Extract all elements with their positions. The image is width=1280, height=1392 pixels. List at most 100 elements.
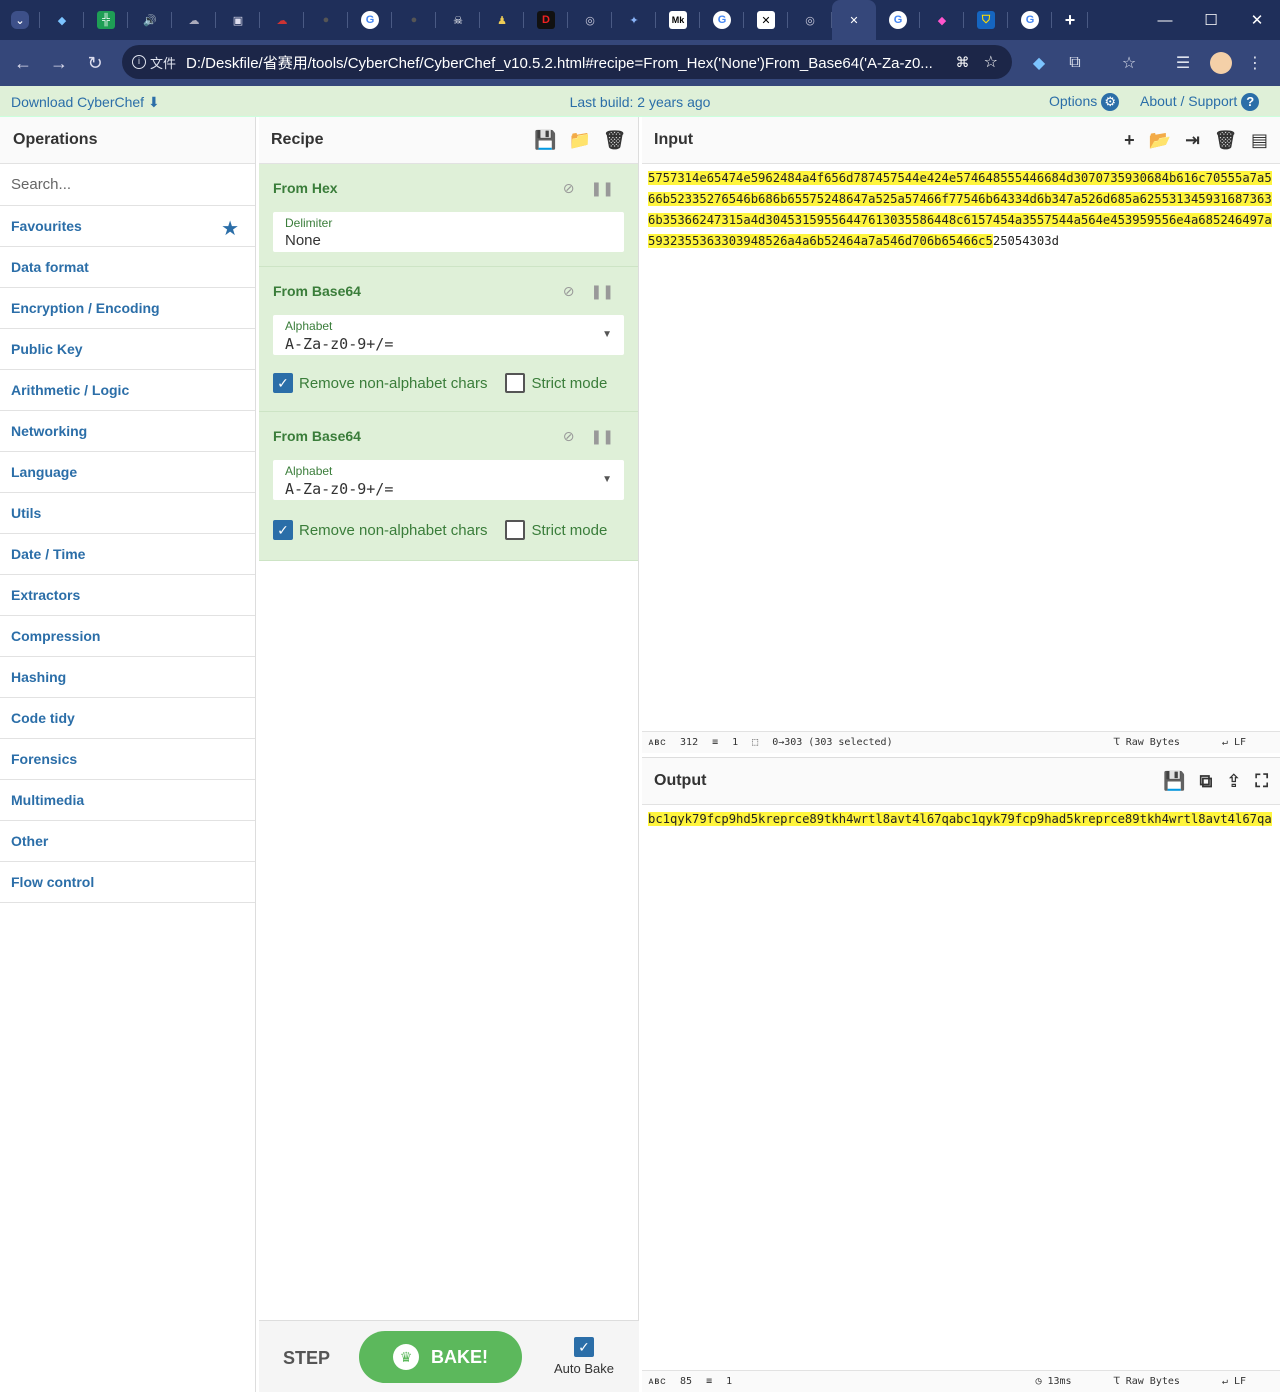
breakpoint-pause-icon[interactable]: ❚❚: [591, 428, 614, 445]
open-file-icon[interactable]: ⇥: [1185, 130, 1200, 151]
extensions-puzzle-icon[interactable]: ⧉: [1060, 48, 1090, 78]
category-extractors[interactable]: Extractors: [0, 575, 255, 616]
auto-bake-checkbox[interactable]: ✓ Auto Bake: [551, 1337, 617, 1376]
clear-input-trash-icon[interactable]: 🗑: [1214, 130, 1237, 151]
close-window-icon[interactable]: ✕: [1234, 0, 1280, 40]
category-date-time[interactable]: Date / Time: [0, 534, 255, 575]
tab-x-icon[interactable]: ✕: [744, 0, 788, 40]
tab-character-icon[interactable]: ♟: [480, 0, 524, 40]
tab-google-icon-4[interactable]: G: [1008, 0, 1052, 40]
bake-button[interactable]: ♛ BAKE!: [359, 1331, 522, 1383]
alphabet-select[interactable]: Alphabet A-Za-z0-9+/= ▼: [273, 460, 624, 500]
recipe-op-from-base64-1[interactable]: From Base64 ⊘ ❚❚ Alphabet A-Za-z0-9+/= ▼ …: [259, 267, 638, 412]
input-textarea[interactable]: 5757314e65474e5962484a4f656d787457544e42…: [642, 164, 1280, 256]
site-info[interactable]: i 文件: [122, 53, 186, 72]
remove-non-alphabet-checkbox[interactable]: ✓ Remove non-alphabet chars: [273, 373, 487, 393]
reset-layout-icon[interactable]: ▤: [1251, 130, 1268, 151]
tab-chrome-icon-2[interactable]: ◎: [788, 0, 832, 40]
category-networking[interactable]: Networking: [0, 411, 255, 452]
category-public-key[interactable]: Public Key: [0, 329, 255, 370]
media-icon[interactable]: ☰: [1168, 48, 1198, 78]
strict-mode-checkbox[interactable]: Strict mode: [505, 373, 607, 393]
options-link[interactable]: Options ⚙: [1049, 93, 1120, 112]
bookmark-star-icon[interactable]: ☆: [980, 52, 1012, 72]
tab-chrome-icon[interactable]: ◎: [568, 0, 612, 40]
tab-cloud-red-icon[interactable]: ☁: [260, 0, 304, 40]
breakpoint-pause-icon[interactable]: ❚❚: [591, 283, 614, 300]
eol-toggle[interactable]: ↵ LF: [1222, 737, 1260, 748]
tab-github-icon[interactable]: ●: [304, 0, 348, 40]
category-code-tidy[interactable]: Code tidy: [0, 698, 255, 739]
tab-cube-icon[interactable]: ◆: [920, 0, 964, 40]
ext-diamond-icon[interactable]: ◆: [1024, 48, 1054, 78]
category-data-format[interactable]: Data format: [0, 247, 255, 288]
save-recipe-icon[interactable]: 💾: [534, 130, 556, 151]
tab-sheets-icon[interactable]: ╬: [84, 0, 128, 40]
clear-recipe-trash-icon[interactable]: 🗑: [603, 130, 626, 151]
category-multimedia[interactable]: Multimedia: [0, 780, 255, 821]
output-textarea[interactable]: bc1qyk79fcp9hd5kreprce89tkh4wrtl8avt4l67…: [642, 805, 1280, 834]
alphabet-select[interactable]: Alphabet A-Za-z0-9+/= ▼: [273, 315, 624, 355]
recipe-op-from-hex[interactable]: From Hex ⊘ ❚❚ Delimiter None: [259, 164, 638, 267]
disable-op-icon[interactable]: ⊘: [563, 428, 575, 445]
copy-output-icon[interactable]: ⧉: [1199, 771, 1212, 792]
category-language[interactable]: Language: [0, 452, 255, 493]
category-forensics[interactable]: Forensics: [0, 739, 255, 780]
raw-bytes-toggle[interactable]: Ꚍ Raw Bytes: [1114, 1376, 1194, 1387]
eol-toggle[interactable]: ↵ LF: [1222, 1376, 1260, 1387]
step-button[interactable]: STEP: [283, 1348, 330, 1369]
category-encryption-encoding[interactable]: Encryption / Encoding: [0, 288, 255, 329]
back-icon[interactable]: ←: [5, 45, 41, 81]
category-compression[interactable]: Compression: [0, 616, 255, 657]
category-flow-control[interactable]: Flow control: [0, 862, 255, 903]
breakpoint-pause-icon[interactable]: ❚❚: [591, 180, 614, 197]
tab-search-icon[interactable]: ⌄: [0, 0, 40, 40]
checkbox-label: Remove non-alphabet chars: [299, 521, 488, 539]
minimize-icon[interactable]: —: [1142, 0, 1188, 40]
tab-bird-icon[interactable]: ✦: [612, 0, 656, 40]
tab-google-icon[interactable]: G: [348, 0, 392, 40]
new-tab-plus-icon[interactable]: +: [1052, 0, 1088, 40]
operations-search-input[interactable]: Search...: [0, 164, 255, 206]
category-arithmetic-logic[interactable]: Arithmetic / Logic: [0, 370, 255, 411]
forward-icon[interactable]: →: [41, 45, 77, 81]
tab-skull-icon[interactable]: ☠: [436, 0, 480, 40]
tab-shield-icon[interactable]: ⛉: [964, 0, 1008, 40]
tab-d-icon[interactable]: D: [524, 0, 568, 40]
tab-bilibili-icon[interactable]: ▣: [216, 0, 260, 40]
checkbox-label: Remove non-alphabet chars: [299, 374, 488, 392]
category-other[interactable]: Other: [0, 821, 255, 862]
disable-op-icon[interactable]: ⊘: [563, 180, 575, 197]
maximize-output-icon[interactable]: ⛶: [1255, 771, 1268, 792]
tab-diamond-icon[interactable]: ◆: [40, 0, 84, 40]
maximize-icon[interactable]: ☐: [1188, 0, 1234, 40]
category-favourites[interactable]: Favourites ★: [0, 206, 255, 247]
profile-avatar[interactable]: [1206, 48, 1236, 78]
delimiter-field[interactable]: Delimiter None: [273, 212, 624, 252]
about-support-link[interactable]: About / Support ?: [1140, 93, 1260, 112]
tab-google-icon-3[interactable]: G: [876, 0, 920, 40]
disable-op-icon[interactable]: ⊘: [563, 283, 575, 300]
tab-speaker-icon[interactable]: 🔊: [128, 0, 172, 40]
tab-github-icon-2[interactable]: ●: [392, 0, 436, 40]
tab-mk-icon[interactable]: Mk: [656, 0, 700, 40]
load-recipe-folder-icon[interactable]: 📁: [569, 130, 591, 151]
translate-icon[interactable]: ⌘: [946, 54, 980, 71]
category-hashing[interactable]: Hashing: [0, 657, 255, 698]
category-utils[interactable]: Utils: [0, 493, 255, 534]
raw-bytes-toggle[interactable]: Ꚍ Raw Bytes: [1114, 737, 1194, 748]
add-tab-plus-icon[interactable]: +: [1124, 130, 1135, 151]
remove-non-alphabet-checkbox[interactable]: ✓ Remove non-alphabet chars: [273, 520, 487, 540]
tab-google-icon-2[interactable]: G: [700, 0, 744, 40]
tab-active-close-icon[interactable]: ✕: [832, 0, 876, 40]
menu-dots-icon[interactable]: ⋮: [1240, 48, 1270, 78]
address-bar[interactable]: i 文件 D:/Deskfile/省赛用/tools/CyberChef/Cybe…: [122, 45, 1012, 79]
favorites-icon[interactable]: ☆: [1114, 48, 1144, 78]
reload-icon[interactable]: ↻: [77, 45, 113, 81]
replace-input-icon[interactable]: ⇪: [1226, 771, 1241, 792]
open-folder-icon[interactable]: 📂: [1149, 130, 1171, 151]
save-output-icon[interactable]: 💾: [1163, 771, 1185, 792]
recipe-op-from-base64-2[interactable]: From Base64 ⊘ ❚❚ Alphabet A-Za-z0-9+/= ▼ …: [259, 412, 638, 561]
tab-cloud-icon[interactable]: ☁: [172, 0, 216, 40]
strict-mode-checkbox[interactable]: Strict mode: [505, 520, 607, 540]
